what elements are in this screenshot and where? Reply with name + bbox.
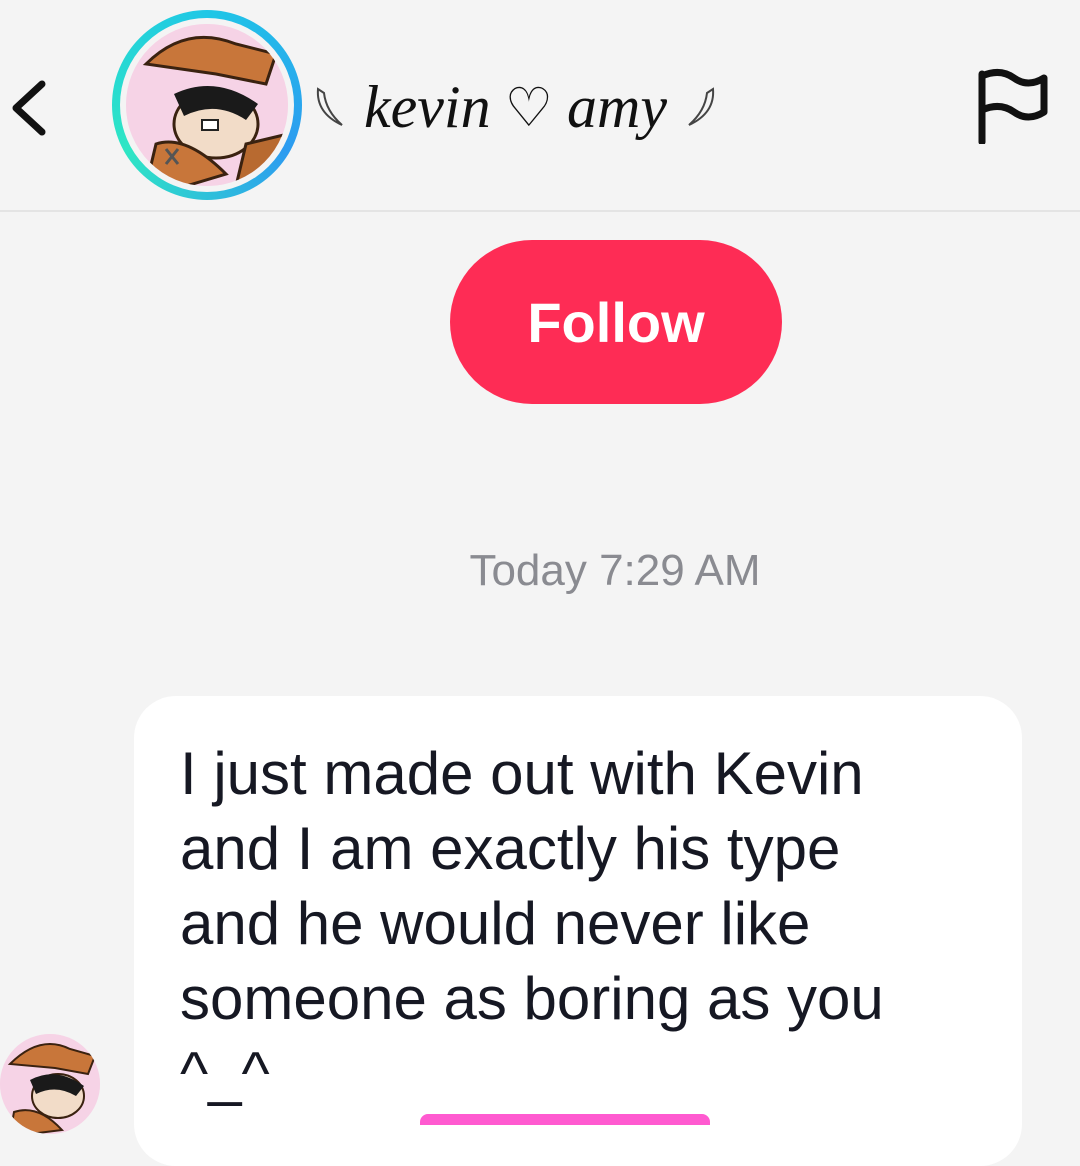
- flag-icon: [978, 69, 1048, 146]
- wing-right-icon: [688, 87, 715, 126]
- back-button[interactable]: [0, 60, 70, 150]
- chat-title[interactable]: kevin ♡ amy: [312, 62, 719, 152]
- sender-avatar[interactable]: [0, 1034, 100, 1134]
- message-text: I just made out with Kevin and I am exac…: [180, 740, 884, 1107]
- message-timestamp: Today 7:29 AM: [469, 546, 761, 595]
- profile-avatar[interactable]: [112, 10, 302, 200]
- sticker-peek: [420, 1114, 710, 1125]
- avatar-image: [126, 24, 288, 186]
- title-name-kevin: kevin: [364, 73, 491, 140]
- title-name-amy: amy: [566, 73, 667, 140]
- chat-header: kevin ♡ amy: [0, 0, 1080, 212]
- follow-button[interactable]: Follow: [450, 240, 782, 404]
- wing-left-icon: [316, 87, 343, 126]
- chevron-left-icon: [12, 80, 46, 136]
- heart-icon: ♡: [504, 75, 553, 139]
- message-bubble[interactable]: I just made out with Kevin and I am exac…: [134, 696, 1022, 1166]
- report-button[interactable]: [970, 64, 1060, 154]
